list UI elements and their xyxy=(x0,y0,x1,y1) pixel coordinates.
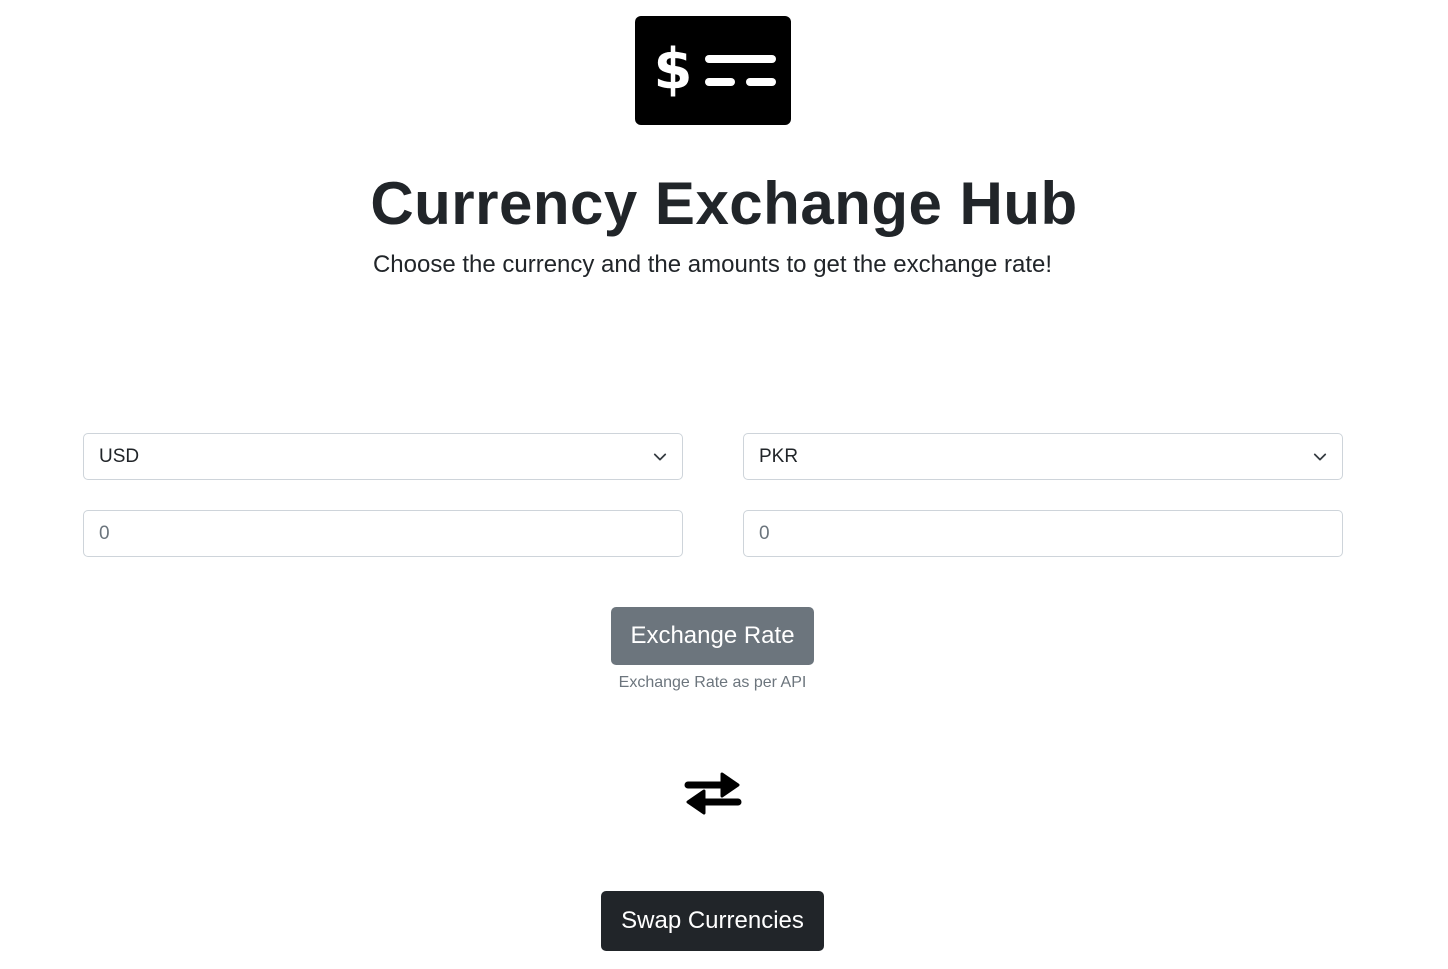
to-currency-select[interactable]: PKR xyxy=(743,433,1343,480)
from-amount-input[interactable] xyxy=(99,522,667,545)
from-currency-value: USD xyxy=(99,445,140,467)
money-bill-dollar-icon: $ xyxy=(635,16,791,125)
page-subtitle: Choose the currency and the amounts to g… xyxy=(372,251,1053,278)
page-title: Currency Exchange Hub xyxy=(370,170,1078,237)
swap-currencies-button[interactable]: Swap Currencies xyxy=(601,891,824,951)
exchange-rate-button[interactable]: Exchange Rate xyxy=(611,607,814,665)
exchange-rate-note: Exchange Rate as per API xyxy=(618,674,807,691)
currency-exchange-page: $ Currency Exchange Hub Choose the curre… xyxy=(0,0,1448,969)
exchange-arrows-icon[interactable] xyxy=(684,770,742,816)
to-amount-input[interactable] xyxy=(759,522,1327,545)
to-amount-field[interactable] xyxy=(743,510,1343,557)
svg-text:$: $ xyxy=(654,37,693,102)
from-currency-select[interactable]: USD xyxy=(83,433,683,480)
from-amount-field[interactable] xyxy=(83,510,683,557)
chevron-down-icon xyxy=(653,453,667,460)
to-currency-value: PKR xyxy=(759,445,799,467)
chevron-down-icon xyxy=(1313,453,1327,460)
